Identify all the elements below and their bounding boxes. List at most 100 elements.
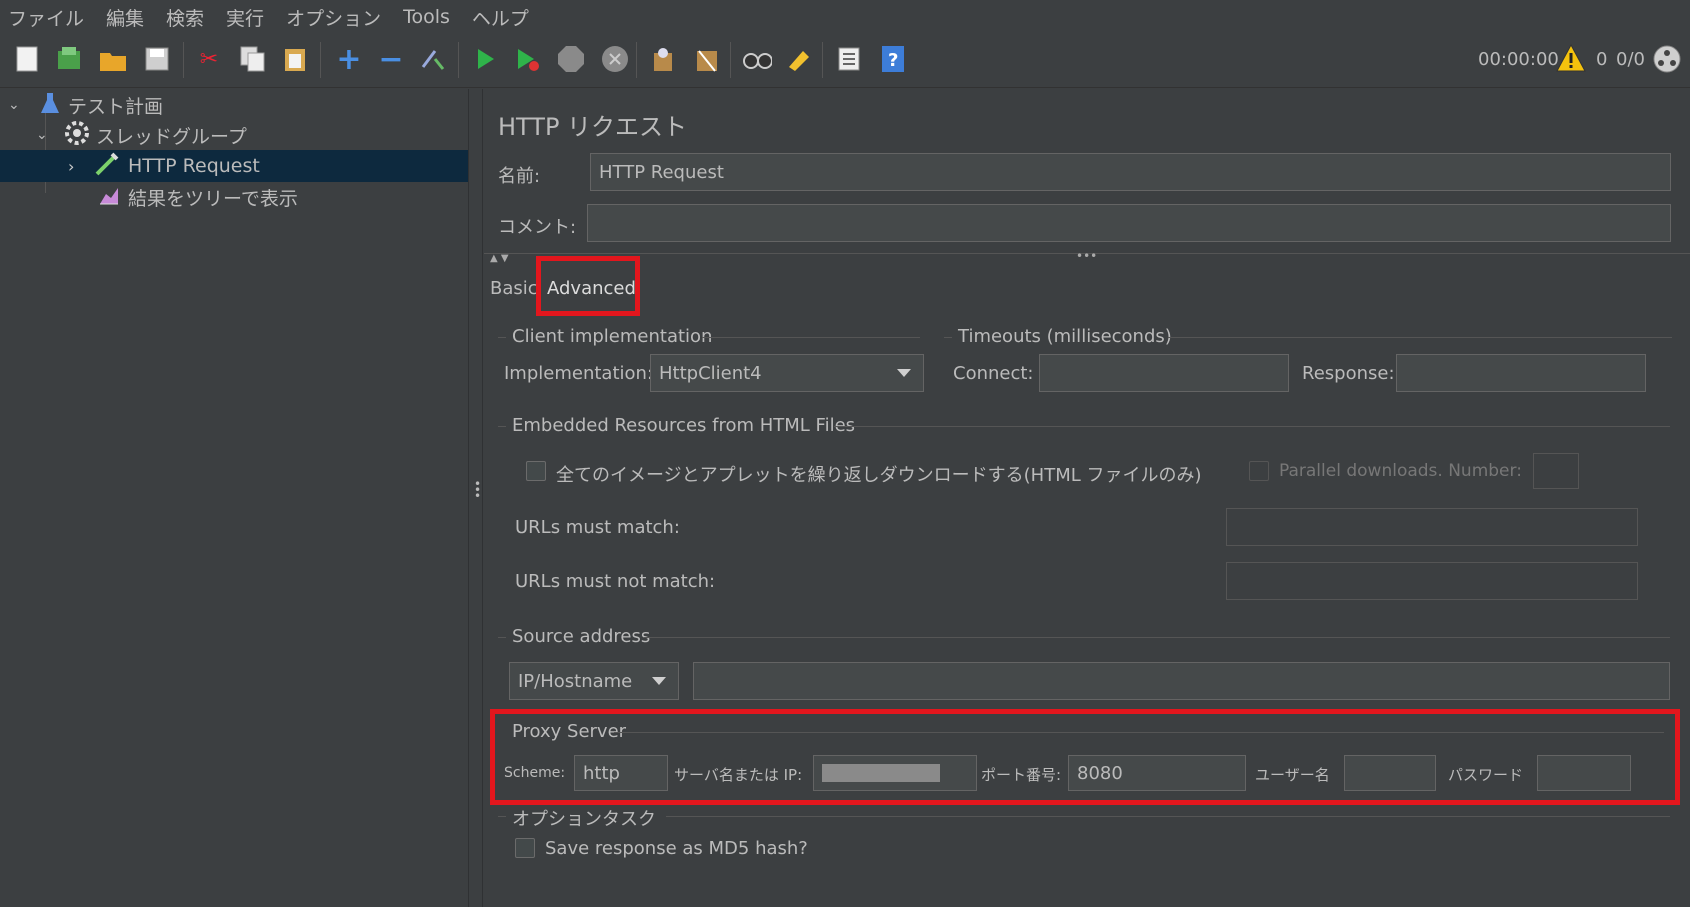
http-request-panel: HTTP リクエスト 名前: HTTP Request コメント: ▲ ▼ ••… (484, 89, 1690, 907)
menu-bar: ファイル 編集 検索 実行 オプション Tools ヘルプ (0, 0, 1690, 34)
expand-icon[interactable]: + (334, 42, 364, 77)
menu-edit[interactable]: 編集 (106, 4, 144, 31)
tree-item-thread-group[interactable]: ⌄ スレッドグループ (36, 119, 247, 151)
save-icon[interactable] (142, 44, 172, 74)
menu-file[interactable]: ファイル (8, 4, 84, 31)
md5-hash-label: Save response as MD5 hash? (545, 838, 808, 859)
source-address-type-value: IP/Hostname (518, 670, 633, 692)
menu-tools[interactable]: Tools (403, 6, 450, 28)
test-plan-icon (40, 91, 60, 120)
implementation-select[interactable]: HttpClient4 (650, 354, 924, 392)
menu-run[interactable]: 実行 (226, 4, 264, 31)
retrieve-resources-checkbox[interactable] (526, 461, 546, 481)
chevron-down-icon (652, 677, 666, 685)
collapse-icon[interactable]: − (376, 42, 406, 77)
response-label: Response: (1302, 363, 1395, 384)
advanced-tab-highlight (536, 256, 640, 316)
source-address-field[interactable] (693, 662, 1670, 700)
proxy-scheme-field[interactable]: http (574, 755, 668, 791)
tree-item-label: テスト計画 (68, 95, 164, 118)
tree-item-test-plan[interactable]: ⌄ テスト計画 (8, 89, 163, 121)
menu-help[interactable]: ヘルプ (472, 4, 529, 31)
source-address-type-select[interactable]: IP/Hostname (509, 662, 679, 700)
parallel-downloads-number-field[interactable] (1533, 453, 1579, 489)
clear-icon[interactable] (648, 44, 678, 74)
tab-basic[interactable]: Basic (490, 278, 538, 299)
more-icon[interactable]: ••• (1076, 249, 1097, 263)
open-icon[interactable] (98, 44, 128, 74)
stop-icon[interactable] (556, 44, 586, 74)
name-field[interactable]: HTTP Request (590, 153, 1671, 191)
urls-must-match-label: URLs must match: (515, 517, 680, 538)
implementation-label: Implementation: (504, 363, 653, 384)
paste-icon[interactable] (280, 44, 310, 74)
shutdown-icon[interactable] (600, 44, 630, 74)
comment-field[interactable] (587, 204, 1671, 242)
tree-item-label: 結果をツリーで表示 (128, 187, 298, 210)
page-title: HTTP リクエスト (498, 113, 688, 141)
urls-must-not-match-field[interactable] (1226, 562, 1638, 600)
implementation-value: HttpClient4 (659, 362, 762, 384)
toggle-icon[interactable] (418, 44, 448, 74)
chevron-down-icon[interactable]: ⌄ (36, 127, 56, 143)
tree-item-view-results-tree[interactable]: 結果をツリーで表示 (98, 181, 298, 213)
redacted-server-value (822, 764, 940, 782)
proxy-port-field[interactable]: 8080 (1068, 755, 1246, 791)
test-plan-tree: ⌄ テスト計画 ⌄ スレッドグループ › HTTP Request 結果をツリー… (0, 89, 468, 907)
toolbar: ✂ + − ? 00:00:00 0 0/0 (0, 34, 1690, 88)
tree-item-http-request[interactable]: › HTTP Request (0, 150, 468, 182)
md5-hash-checkbox[interactable] (515, 838, 535, 858)
source-address-section: Source address (512, 626, 651, 647)
urls-must-match-field[interactable] (1226, 508, 1638, 546)
function-helper-icon[interactable] (834, 44, 864, 74)
collapse-arrows-icon[interactable]: ▲ ▼ (490, 253, 509, 264)
proxy-username-field[interactable] (1344, 755, 1436, 791)
menu-search[interactable]: 検索 (166, 4, 204, 31)
client-implementation-section: Client implementation (512, 326, 713, 347)
splitter[interactable]: • • • (468, 89, 483, 907)
chevron-down-icon[interactable]: ⌄ (8, 97, 28, 113)
clear-all-icon[interactable] (692, 44, 722, 74)
tree-item-label: スレッドグループ (96, 125, 247, 148)
copy-icon[interactable] (238, 44, 268, 74)
proxy-password-field[interactable] (1537, 755, 1631, 791)
warning-icon[interactable] (1555, 43, 1587, 78)
optional-tasks-section: オプションタスク (512, 809, 656, 830)
parallel-downloads-label: Parallel downloads. Number: (1279, 461, 1522, 481)
remote-status-icon (1652, 44, 1682, 79)
proxy-server-field[interactable] (813, 755, 977, 791)
cut-icon[interactable]: ✂ (194, 44, 224, 74)
svg-text:?: ? (888, 50, 898, 71)
chevron-right-icon[interactable]: › (68, 157, 88, 176)
warning-count: 0 (1596, 49, 1608, 70)
new-icon[interactable] (12, 44, 42, 74)
urls-must-not-match-label: URLs must not match: (515, 571, 716, 592)
reset-search-icon[interactable] (784, 44, 814, 74)
proxy-scheme-label: Scheme: (504, 765, 566, 781)
gear-icon (64, 120, 90, 151)
proxy-username-label: ユーザー名 (1255, 766, 1330, 784)
proxy-server-label: サーバ名または IP: (674, 766, 803, 784)
thread-count: 0/0 (1616, 49, 1645, 70)
proxy-port-label: ポート番号: (981, 766, 1062, 784)
tree-item-label: HTTP Request (128, 155, 260, 177)
graph-icon (98, 184, 120, 211)
templates-icon[interactable] (54, 44, 84, 74)
search-icon[interactable] (742, 44, 772, 74)
name-label: 名前: (498, 166, 541, 187)
chevron-down-icon (897, 369, 911, 377)
timeouts-section: Timeouts (milliseconds) (958, 326, 1172, 347)
response-timeout-field[interactable] (1396, 354, 1646, 392)
retrieve-resources-label: 全てのイメージとアプレットを繰り返しダウンロードする(HTML ファイルのみ) (556, 465, 1202, 486)
help-icon[interactable]: ? (878, 44, 908, 74)
parallel-downloads-checkbox[interactable] (1249, 461, 1269, 481)
menu-options[interactable]: オプション (286, 4, 381, 31)
pipette-icon (94, 151, 120, 182)
embedded-resources-section: Embedded Resources from HTML Files (512, 415, 856, 436)
connect-timeout-field[interactable] (1039, 354, 1289, 392)
elapsed-timer: 00:00:00 (1478, 49, 1559, 70)
start-icon[interactable] (470, 44, 500, 74)
start-no-pause-icon[interactable] (512, 44, 542, 74)
comment-label: コメント: (498, 217, 577, 238)
connect-label: Connect: (953, 363, 1034, 384)
